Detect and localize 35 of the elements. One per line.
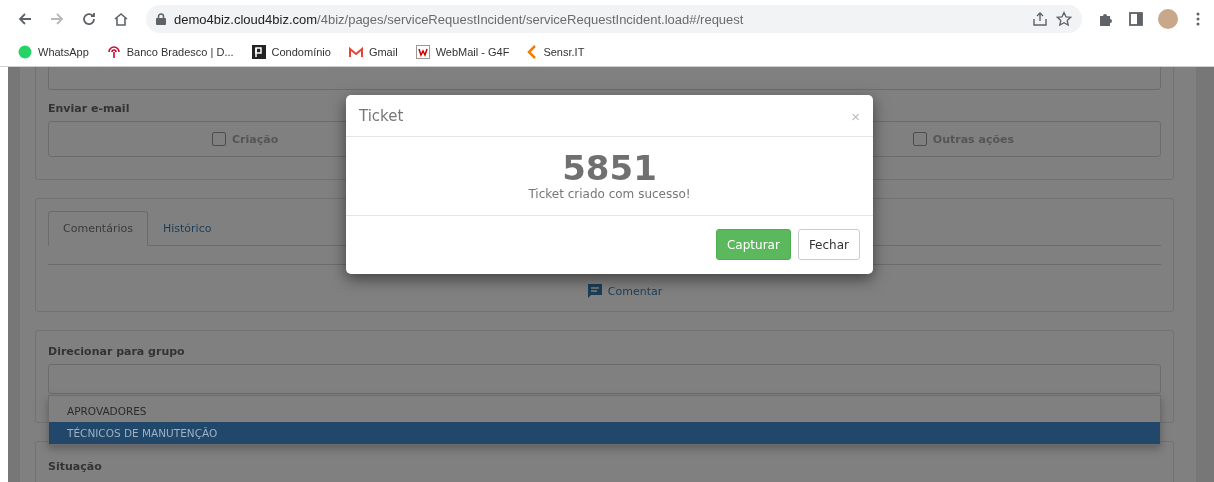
dropdown-option[interactable]: APROVADORES	[49, 400, 1160, 422]
bookmark-link[interactable]: WebMail - G4F	[415, 45, 510, 59]
bookmark-link[interactable]: WhatsApp	[18, 45, 89, 59]
address-bar[interactable]: demo4biz.cloud4biz.com/4biz/pages/serviceRequestIncident/serviceRequestIncident.load#/request	[146, 5, 1082, 33]
comment-icon	[586, 283, 603, 299]
letter-p-icon	[251, 45, 266, 59]
chat-icon	[18, 45, 32, 59]
success-message: Ticket criado com sucesso!	[528, 187, 691, 201]
share-icon[interactable]	[1032, 11, 1048, 27]
back-icon[interactable]	[17, 11, 33, 27]
mail-icon	[348, 46, 363, 58]
tab[interactable]: Comentários	[48, 211, 148, 246]
dropdown-option[interactable]: TÉCNICOS DE MANUTENÇÃO	[49, 422, 1160, 444]
ticket-number: 5851	[562, 149, 657, 187]
reload-icon[interactable]	[81, 11, 97, 27]
field-label: Enviar e-mail	[48, 102, 130, 115]
puzzle-icon[interactable]	[1098, 11, 1114, 27]
home-icon[interactable]	[113, 11, 129, 27]
star-icon[interactable]	[1056, 11, 1072, 27]
text-field[interactable]	[48, 67, 1161, 90]
url-text: demo4biz.cloud4biz.com/4biz/pages/serviceRequestIncident/serviceRequestIncident.load#/request	[174, 11, 745, 27]
bookmark-link[interactable]: Condomínio	[251, 45, 331, 59]
bookmark-link[interactable]: Gmail	[348, 46, 398, 58]
dialog-title: Ticket	[359, 107, 404, 125]
lock-icon	[156, 13, 166, 25]
bookmark-link[interactable]: Banco Bradesco | D...	[106, 45, 234, 59]
comment-link[interactable]: Comentar	[586, 283, 663, 299]
field-label: Direcionar para grupo	[48, 345, 185, 358]
letter-w-icon	[415, 45, 430, 59]
field-label: Situação	[48, 460, 102, 473]
capture-button[interactable]: Capturar	[716, 229, 791, 260]
tab[interactable]: Histórico	[147, 211, 227, 246]
bookmark-link[interactable]: Sensr.IT	[527, 45, 585, 59]
close-dialog-button[interactable]: Fechar	[797, 229, 860, 260]
side-panel-icon[interactable]	[1128, 11, 1144, 27]
